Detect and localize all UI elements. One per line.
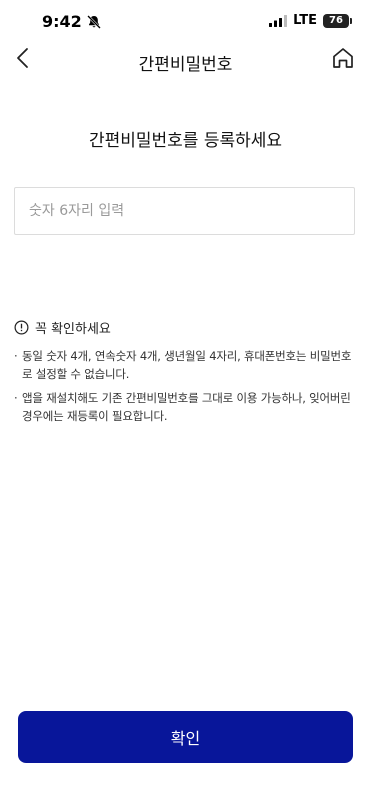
battery-indicator: 76 (323, 13, 352, 28)
notice-item: 동일 숫자 4개, 연속숫자 4개, 생년월일 4자리, 휴대폰번호는 비밀번호… (14, 347, 359, 383)
notice-item: 앱을 재설치해도 기존 간편비밀번호를 그대로 이용 가능하나, 잊어버린 경우… (14, 389, 359, 425)
status-time: 9:42 (42, 12, 82, 31)
page-title: 간편비밀번호 (138, 55, 233, 75)
registration-heading: 간편비밀번호를 등록하세요 (88, 131, 283, 151)
home-icon[interactable] (329, 44, 357, 72)
exclamation-circle-icon (14, 320, 29, 335)
status-indicators: LTE 76 (269, 13, 352, 28)
cellular-signal-icon (269, 14, 288, 27)
navigation-bar: 간편비밀번호 (0, 38, 371, 82)
network-type: LTE (293, 13, 317, 28)
pin-input[interactable] (15, 188, 354, 234)
bell-muted-icon (87, 15, 101, 29)
notice-title: 꼭 확인하세요 (35, 322, 111, 337)
notice-section: 꼭 확인하세요 동일 숫자 4개, 연속숫자 4개, 생년월일 4자리, 휴대폰… (14, 318, 359, 431)
confirm-button[interactable]: 확인 (18, 711, 353, 763)
notice-list: 동일 숫자 4개, 연속숫자 4개, 생년월일 4자리, 휴대폰번호는 비밀번호… (14, 347, 359, 425)
pin-input-field[interactable] (14, 187, 355, 235)
notice-header: 꼭 확인하세요 (14, 318, 359, 337)
